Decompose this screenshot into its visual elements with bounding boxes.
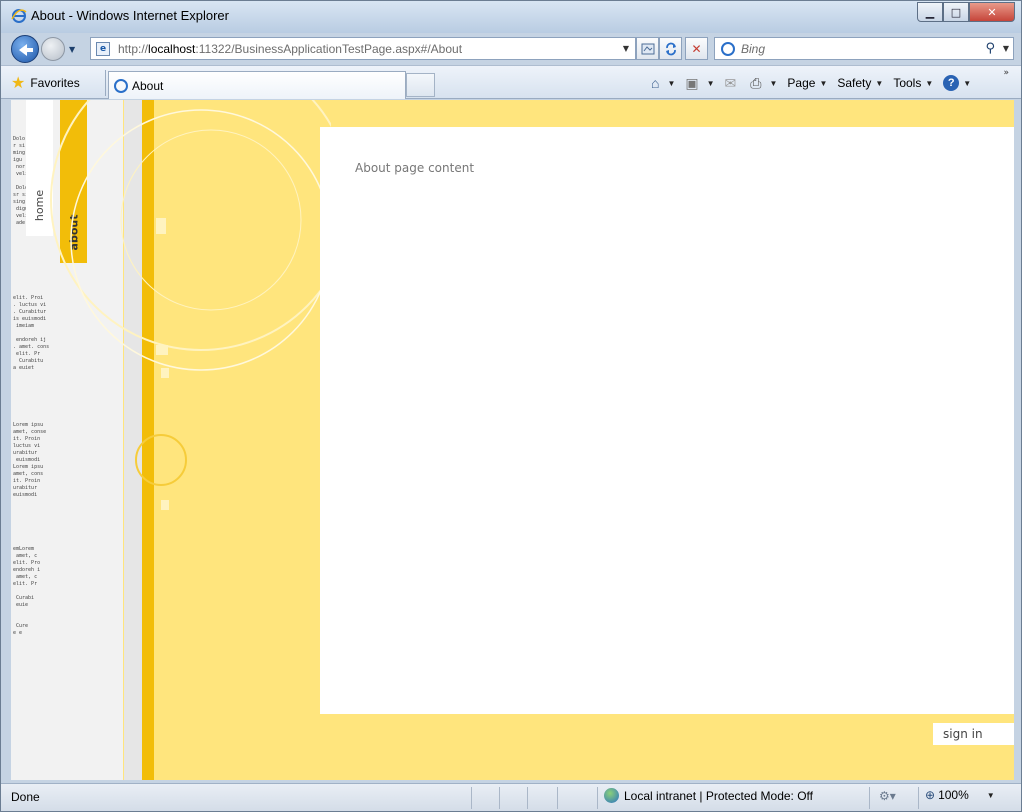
favorites-button[interactable]: ★ Favorites	[11, 71, 80, 95]
nav-divider	[124, 100, 142, 780]
browser-tab-about[interactable]: About	[108, 71, 406, 99]
help-dropdown-icon: ▼	[963, 78, 972, 88]
url-host: localhost	[148, 41, 196, 56]
page-menu[interactable]: Page ▼	[787, 76, 827, 90]
tools-dropdown-icon: ▼	[925, 78, 934, 88]
status-text: Done	[11, 790, 40, 804]
security-zone-label: Local intranet | Protected Mode: Off	[624, 788, 813, 803]
print-dropdown-icon[interactable]: ▼	[769, 79, 777, 88]
forward-button[interactable]	[41, 37, 65, 61]
nav-tab-home-label: home	[33, 189, 46, 222]
zoom-control[interactable]: ⊕ 100% ▼	[925, 788, 995, 802]
page-viewport: Dolo r si ming igu nor veli Dolo sr si s…	[11, 100, 1014, 780]
page-icon: e	[96, 41, 110, 56]
bing-icon	[721, 41, 735, 56]
refresh-icon	[665, 42, 676, 55]
window-title: About - Windows Internet Explorer	[31, 8, 229, 23]
background-text-decoration: Lorem ipsu amet, conse it. Proin luctus …	[13, 422, 47, 498]
new-tab-button[interactable]	[406, 73, 435, 97]
print-button[interactable]: ⎙ ▼	[750, 75, 777, 92]
nav-tab-home[interactable]: home	[26, 100, 53, 236]
search-icon[interactable]: ⚲	[985, 41, 995, 56]
tools-menu-label: Tools	[893, 76, 922, 90]
content-panel: About page content	[320, 127, 1014, 714]
zoom-dropdown-icon[interactable]: ▼	[987, 791, 995, 800]
back-button[interactable]	[11, 35, 39, 63]
address-row: ▼ e http://localhost:11322/BusinessAppli…	[1, 33, 1021, 65]
address-bar[interactable]: e http://localhost:11322/BusinessApplica…	[90, 37, 636, 60]
feeds-dropdown-icon[interactable]: ▼	[707, 79, 715, 88]
ie-tab-icon	[114, 78, 128, 93]
home-dropdown-icon[interactable]: ▼	[667, 79, 675, 88]
status-divider	[918, 787, 919, 809]
favorites-star-icon: ★	[11, 75, 26, 92]
rss-feed-icon: ▣	[685, 74, 699, 91]
nav-tab-about-label: about	[67, 214, 81, 251]
help-menu[interactable]: ? ▼	[943, 75, 971, 91]
stop-icon: ✕	[691, 41, 702, 56]
search-dropdown-icon[interactable]: ▼	[1003, 44, 1009, 53]
search-box[interactable]: Bing ⚲ ▼	[714, 37, 1014, 60]
feeds-button[interactable]: ▣ ▼	[685, 75, 714, 92]
background-text-decoration: emLorem amet, c elit. Pro endoreh i amet…	[13, 546, 41, 636]
sign-in-link[interactable]: sign in	[933, 723, 1014, 745]
stop-button[interactable]: ✕	[685, 37, 708, 60]
status-divider	[597, 787, 598, 809]
url-scheme: http://	[118, 41, 149, 56]
help-icon: ?	[943, 75, 960, 91]
maximize-button[interactable]: □	[943, 2, 969, 22]
search-input[interactable]: Bing	[741, 42, 765, 56]
window-controls: ▁ □ ✕	[917, 2, 1015, 22]
home-button[interactable]: ⌂ ▼	[651, 75, 675, 91]
nav-tab-about[interactable]: about	[60, 100, 87, 263]
protected-mode-icon[interactable]: ⚙▾	[879, 789, 896, 803]
divider	[105, 70, 106, 96]
page-content-text: About page content	[355, 161, 475, 175]
url-path: :11322/BusinessApplicationTestPage.aspx#…	[195, 41, 463, 56]
status-divider	[471, 787, 472, 809]
status-bar: Done Local intranet | Protected Mode: Of…	[1, 783, 1021, 811]
browser-window: About - Windows Internet Explorer ▁ □ ✕ …	[0, 0, 1022, 812]
printer-icon: ⎙	[750, 74, 762, 91]
command-bar: ★ Favorites About ⌂ ▼ ▣ ▼ ✉ ⎙ ▼ Page ▼ S…	[1, 65, 1021, 99]
mail-icon: ✉	[724, 74, 737, 91]
zoom-icon: ⊕	[925, 788, 936, 802]
minimize-button[interactable]: ▁	[917, 2, 943, 22]
title-bar: About - Windows Internet Explorer ▁ □ ✕	[1, 1, 1021, 33]
status-divider	[527, 787, 528, 809]
history-dropdown-icon[interactable]: ▼	[69, 45, 75, 54]
compatibility-view-button[interactable]	[636, 37, 659, 60]
status-divider	[499, 787, 500, 809]
command-tools: ⌂ ▼ ▣ ▼ ✉ ⎙ ▼ Page ▼ Safety ▼ Tools ▼ ? ▼	[651, 72, 981, 94]
favorites-label: Favorites	[30, 76, 80, 90]
chevron-more-icon[interactable]: »	[1003, 68, 1009, 78]
safety-menu-label: Safety	[837, 76, 872, 90]
ie-icon	[11, 9, 27, 23]
compatibility-view-icon	[641, 43, 654, 54]
accent-bar	[142, 100, 154, 780]
status-divider	[557, 787, 558, 809]
tab-title: About	[132, 78, 164, 93]
status-divider	[869, 787, 870, 809]
tools-menu[interactable]: Tools ▼	[893, 76, 933, 90]
read-mail-button[interactable]: ✉	[725, 75, 741, 92]
page-menu-label: Page	[787, 76, 816, 90]
safety-menu[interactable]: Safety ▼	[837, 76, 883, 90]
url-text[interactable]: http://localhost:11322/BusinessApplicati…	[118, 42, 462, 56]
safety-dropdown-icon: ▼	[875, 78, 884, 88]
background-text-decoration: elit. Proi . luctus vi . Curabitur is eu…	[13, 295, 50, 371]
refresh-button[interactable]	[659, 37, 682, 60]
page-dropdown-icon: ▼	[819, 78, 828, 88]
address-dropdown-icon[interactable]: ▼	[623, 44, 629, 53]
zoom-level: 100%	[938, 788, 969, 802]
security-zone[interactable]: Local intranet | Protected Mode: Off	[604, 788, 813, 803]
home-icon: ⌂	[651, 75, 660, 91]
globe-icon	[604, 788, 619, 803]
close-button[interactable]: ✕	[969, 2, 1015, 22]
